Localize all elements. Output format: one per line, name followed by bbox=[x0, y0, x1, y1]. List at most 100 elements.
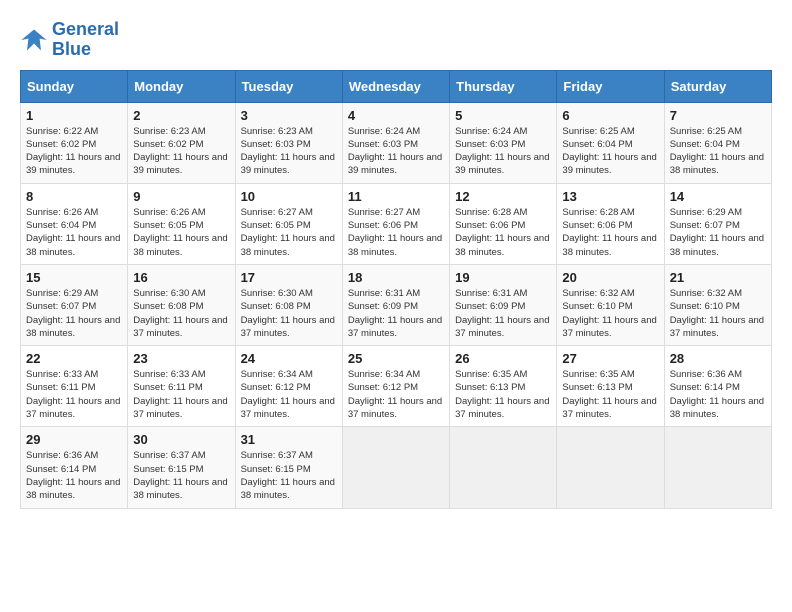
day-number: 12 bbox=[455, 189, 551, 204]
page-header: General Blue bbox=[20, 20, 772, 60]
day-info: Sunrise: 6:29 AM Sunset: 6:07 PM Dayligh… bbox=[670, 206, 766, 259]
calendar-day-cell: 19 Sunrise: 6:31 AM Sunset: 6:09 PM Dayl… bbox=[450, 264, 557, 345]
calendar-day-cell: 3 Sunrise: 6:23 AM Sunset: 6:03 PM Dayli… bbox=[235, 102, 342, 183]
day-info: Sunrise: 6:24 AM Sunset: 6:03 PM Dayligh… bbox=[348, 125, 444, 178]
calendar-day-cell: 22 Sunrise: 6:33 AM Sunset: 6:11 PM Dayl… bbox=[21, 346, 128, 427]
day-number: 11 bbox=[348, 189, 444, 204]
day-info: Sunrise: 6:22 AM Sunset: 6:02 PM Dayligh… bbox=[26, 125, 122, 178]
day-info: Sunrise: 6:33 AM Sunset: 6:11 PM Dayligh… bbox=[133, 368, 229, 421]
day-info: Sunrise: 6:31 AM Sunset: 6:09 PM Dayligh… bbox=[455, 287, 551, 340]
day-number: 28 bbox=[670, 351, 766, 366]
calendar-week-row: 8 Sunrise: 6:26 AM Sunset: 6:04 PM Dayli… bbox=[21, 183, 772, 264]
calendar-day-cell: 1 Sunrise: 6:22 AM Sunset: 6:02 PM Dayli… bbox=[21, 102, 128, 183]
calendar-table: SundayMondayTuesdayWednesdayThursdayFrid… bbox=[20, 70, 772, 509]
calendar-day-cell: 30 Sunrise: 6:37 AM Sunset: 6:15 PM Dayl… bbox=[128, 427, 235, 508]
day-info: Sunrise: 6:35 AM Sunset: 6:13 PM Dayligh… bbox=[562, 368, 658, 421]
day-number: 21 bbox=[670, 270, 766, 285]
day-info: Sunrise: 6:29 AM Sunset: 6:07 PM Dayligh… bbox=[26, 287, 122, 340]
logo-icon bbox=[20, 26, 48, 54]
day-number: 29 bbox=[26, 432, 122, 447]
day-info: Sunrise: 6:25 AM Sunset: 6:04 PM Dayligh… bbox=[670, 125, 766, 178]
calendar-day-cell: 29 Sunrise: 6:36 AM Sunset: 6:14 PM Dayl… bbox=[21, 427, 128, 508]
day-number: 4 bbox=[348, 108, 444, 123]
day-info: Sunrise: 6:25 AM Sunset: 6:04 PM Dayligh… bbox=[562, 125, 658, 178]
calendar-day-cell: 8 Sunrise: 6:26 AM Sunset: 6:04 PM Dayli… bbox=[21, 183, 128, 264]
calendar-day-cell bbox=[450, 427, 557, 508]
calendar-day-cell: 15 Sunrise: 6:29 AM Sunset: 6:07 PM Dayl… bbox=[21, 264, 128, 345]
calendar-day-cell: 20 Sunrise: 6:32 AM Sunset: 6:10 PM Dayl… bbox=[557, 264, 664, 345]
day-info: Sunrise: 6:32 AM Sunset: 6:10 PM Dayligh… bbox=[670, 287, 766, 340]
day-info: Sunrise: 6:33 AM Sunset: 6:11 PM Dayligh… bbox=[26, 368, 122, 421]
day-number: 15 bbox=[26, 270, 122, 285]
day-info: Sunrise: 6:36 AM Sunset: 6:14 PM Dayligh… bbox=[670, 368, 766, 421]
day-number: 5 bbox=[455, 108, 551, 123]
logo: General Blue bbox=[20, 20, 119, 60]
calendar-day-cell: 24 Sunrise: 6:34 AM Sunset: 6:12 PM Dayl… bbox=[235, 346, 342, 427]
day-info: Sunrise: 6:27 AM Sunset: 6:05 PM Dayligh… bbox=[241, 206, 337, 259]
day-number: 24 bbox=[241, 351, 337, 366]
day-number: 17 bbox=[241, 270, 337, 285]
calendar-day-cell: 23 Sunrise: 6:33 AM Sunset: 6:11 PM Dayl… bbox=[128, 346, 235, 427]
day-of-week-header: Wednesday bbox=[342, 70, 449, 102]
calendar-week-row: 22 Sunrise: 6:33 AM Sunset: 6:11 PM Dayl… bbox=[21, 346, 772, 427]
day-number: 9 bbox=[133, 189, 229, 204]
day-number: 10 bbox=[241, 189, 337, 204]
calendar-day-cell: 12 Sunrise: 6:28 AM Sunset: 6:06 PM Dayl… bbox=[450, 183, 557, 264]
day-number: 16 bbox=[133, 270, 229, 285]
calendar-day-cell: 25 Sunrise: 6:34 AM Sunset: 6:12 PM Dayl… bbox=[342, 346, 449, 427]
calendar-day-cell: 13 Sunrise: 6:28 AM Sunset: 6:06 PM Dayl… bbox=[557, 183, 664, 264]
calendar-day-cell bbox=[557, 427, 664, 508]
day-number: 22 bbox=[26, 351, 122, 366]
logo-text: General Blue bbox=[52, 20, 119, 60]
day-info: Sunrise: 6:36 AM Sunset: 6:14 PM Dayligh… bbox=[26, 449, 122, 502]
calendar-day-cell: 10 Sunrise: 6:27 AM Sunset: 6:05 PM Dayl… bbox=[235, 183, 342, 264]
calendar-day-cell: 9 Sunrise: 6:26 AM Sunset: 6:05 PM Dayli… bbox=[128, 183, 235, 264]
day-number: 1 bbox=[26, 108, 122, 123]
day-number: 14 bbox=[670, 189, 766, 204]
calendar-day-cell: 27 Sunrise: 6:35 AM Sunset: 6:13 PM Dayl… bbox=[557, 346, 664, 427]
calendar-day-cell: 4 Sunrise: 6:24 AM Sunset: 6:03 PM Dayli… bbox=[342, 102, 449, 183]
day-info: Sunrise: 6:30 AM Sunset: 6:08 PM Dayligh… bbox=[133, 287, 229, 340]
calendar-body: 1 Sunrise: 6:22 AM Sunset: 6:02 PM Dayli… bbox=[21, 102, 772, 508]
day-number: 23 bbox=[133, 351, 229, 366]
day-info: Sunrise: 6:32 AM Sunset: 6:10 PM Dayligh… bbox=[562, 287, 658, 340]
day-info: Sunrise: 6:30 AM Sunset: 6:08 PM Dayligh… bbox=[241, 287, 337, 340]
day-info: Sunrise: 6:31 AM Sunset: 6:09 PM Dayligh… bbox=[348, 287, 444, 340]
day-info: Sunrise: 6:28 AM Sunset: 6:06 PM Dayligh… bbox=[562, 206, 658, 259]
calendar-day-cell: 31 Sunrise: 6:37 AM Sunset: 6:15 PM Dayl… bbox=[235, 427, 342, 508]
day-number: 19 bbox=[455, 270, 551, 285]
day-number: 27 bbox=[562, 351, 658, 366]
calendar-day-cell: 16 Sunrise: 6:30 AM Sunset: 6:08 PM Dayl… bbox=[128, 264, 235, 345]
day-info: Sunrise: 6:28 AM Sunset: 6:06 PM Dayligh… bbox=[455, 206, 551, 259]
calendar-header-row: SundayMondayTuesdayWednesdayThursdayFrid… bbox=[21, 70, 772, 102]
calendar-day-cell: 28 Sunrise: 6:36 AM Sunset: 6:14 PM Dayl… bbox=[664, 346, 771, 427]
day-info: Sunrise: 6:34 AM Sunset: 6:12 PM Dayligh… bbox=[348, 368, 444, 421]
day-of-week-header: Monday bbox=[128, 70, 235, 102]
day-of-week-header: Friday bbox=[557, 70, 664, 102]
day-info: Sunrise: 6:26 AM Sunset: 6:05 PM Dayligh… bbox=[133, 206, 229, 259]
day-info: Sunrise: 6:23 AM Sunset: 6:03 PM Dayligh… bbox=[241, 125, 337, 178]
calendar-day-cell: 11 Sunrise: 6:27 AM Sunset: 6:06 PM Dayl… bbox=[342, 183, 449, 264]
day-number: 31 bbox=[241, 432, 337, 447]
calendar-day-cell: 14 Sunrise: 6:29 AM Sunset: 6:07 PM Dayl… bbox=[664, 183, 771, 264]
calendar-week-row: 1 Sunrise: 6:22 AM Sunset: 6:02 PM Dayli… bbox=[21, 102, 772, 183]
day-info: Sunrise: 6:24 AM Sunset: 6:03 PM Dayligh… bbox=[455, 125, 551, 178]
day-number: 6 bbox=[562, 108, 658, 123]
day-number: 18 bbox=[348, 270, 444, 285]
day-of-week-header: Sunday bbox=[21, 70, 128, 102]
day-number: 20 bbox=[562, 270, 658, 285]
calendar-week-row: 15 Sunrise: 6:29 AM Sunset: 6:07 PM Dayl… bbox=[21, 264, 772, 345]
day-info: Sunrise: 6:26 AM Sunset: 6:04 PM Dayligh… bbox=[26, 206, 122, 259]
calendar-day-cell: 21 Sunrise: 6:32 AM Sunset: 6:10 PM Dayl… bbox=[664, 264, 771, 345]
calendar-day-cell: 17 Sunrise: 6:30 AM Sunset: 6:08 PM Dayl… bbox=[235, 264, 342, 345]
calendar-day-cell: 2 Sunrise: 6:23 AM Sunset: 6:02 PM Dayli… bbox=[128, 102, 235, 183]
day-number: 25 bbox=[348, 351, 444, 366]
day-number: 26 bbox=[455, 351, 551, 366]
day-number: 3 bbox=[241, 108, 337, 123]
day-number: 30 bbox=[133, 432, 229, 447]
calendar-day-cell: 6 Sunrise: 6:25 AM Sunset: 6:04 PM Dayli… bbox=[557, 102, 664, 183]
day-info: Sunrise: 6:35 AM Sunset: 6:13 PM Dayligh… bbox=[455, 368, 551, 421]
calendar-day-cell: 26 Sunrise: 6:35 AM Sunset: 6:13 PM Dayl… bbox=[450, 346, 557, 427]
calendar-week-row: 29 Sunrise: 6:36 AM Sunset: 6:14 PM Dayl… bbox=[21, 427, 772, 508]
day-number: 8 bbox=[26, 189, 122, 204]
